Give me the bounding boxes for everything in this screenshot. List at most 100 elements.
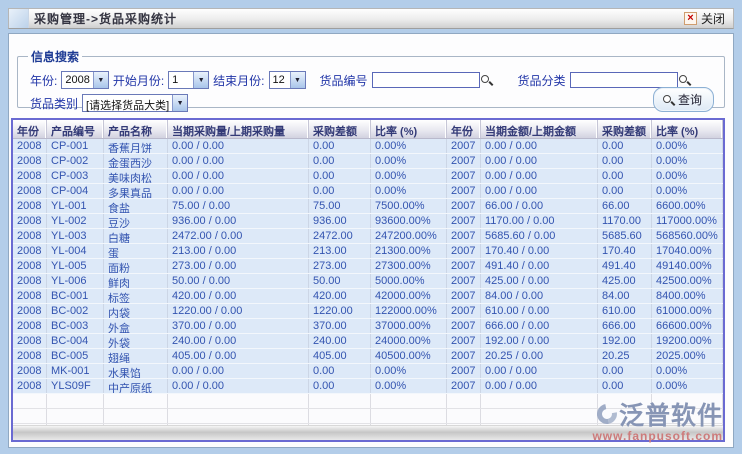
table-cell: 93600.00%: [371, 214, 447, 228]
table-row[interactable]: 2008CP-004多果真品0.00 / 0.000.000.00%20070.…: [13, 184, 723, 199]
goods-type-select[interactable]: [请选择货品大类] ▼: [82, 94, 188, 112]
table-cell: 0.00: [598, 379, 652, 393]
table-row[interactable]: 2008YL-005面粉273.00 / 0.00273.0027300.00%…: [13, 259, 723, 274]
table-cell: 0.00%: [652, 139, 723, 153]
table-cell: 0.00 / 0.00: [168, 154, 309, 168]
table-cell: 中产原纸: [104, 379, 168, 393]
table-cell: 27300.00%: [371, 259, 447, 273]
table-cell: 0.00: [309, 169, 371, 183]
table-cell: 42000.00%: [371, 289, 447, 303]
goods-no-label: 货品编号: [320, 72, 368, 89]
table-cell: 8400.00%: [652, 289, 723, 303]
table-cell: 0.00 / 0.00: [481, 379, 598, 393]
end-month-select[interactable]: 12 ▼: [269, 71, 306, 89]
empty-cell: [104, 394, 168, 408]
goods-class-input[interactable]: [570, 72, 678, 88]
table-cell: 247200.00%: [371, 229, 447, 243]
column-header: 产品编号: [47, 120, 104, 138]
table-cell: 37000.00%: [371, 319, 447, 333]
table-cell: 0.00 / 0.00: [168, 379, 309, 393]
table-cell: 170.40 / 0.00: [481, 244, 598, 258]
search-icon[interactable]: [480, 74, 492, 86]
column-header: 采购差额: [598, 120, 652, 138]
table-cell: YL-003: [47, 229, 104, 243]
close-label[interactable]: 关闭: [701, 10, 725, 27]
table-cell: 面粉: [104, 259, 168, 273]
empty-cell: [13, 394, 47, 408]
table-cell: 2007: [447, 184, 481, 198]
table-cell: 2007: [447, 229, 481, 243]
table-row[interactable]: 2008CP-002金蛋西沙0.00 / 0.000.000.00%20070.…: [13, 154, 723, 169]
table-cell: YLS09F: [47, 379, 104, 393]
table-row[interactable]: 2008YL-004蛋213.00 / 0.00213.0021300.00%2…: [13, 244, 723, 259]
table-row[interactable]: 2008BC-001标签420.00 / 0.00420.0042000.00%…: [13, 289, 723, 304]
table-cell: 5685.60: [598, 229, 652, 243]
table-cell: 666.00 / 0.00: [481, 319, 598, 333]
grid-header-row: 年份产品编号产品名称当期采购量/上期采购量采购差额比率 (%)年份当期金额/上期…: [13, 120, 723, 139]
chevron-down-icon[interactable]: ▼: [193, 72, 208, 88]
table-cell: 0.00: [309, 154, 371, 168]
search-icon[interactable]: [678, 74, 690, 86]
chevron-down-icon[interactable]: ▼: [172, 95, 187, 111]
empty-cell: [168, 394, 309, 408]
table-cell: 2025.00%: [652, 349, 723, 363]
search-legend: 信息搜索: [28, 48, 82, 65]
column-header: 比率 (%): [652, 120, 723, 138]
table-cell: 豆沙: [104, 214, 168, 228]
table-row[interactable]: 2008BC-005翅绳405.00 / 0.00405.0040500.00%…: [13, 349, 723, 364]
table-cell: 610.00: [598, 304, 652, 318]
table-cell: 2007: [447, 259, 481, 273]
table-cell: 0.00 / 0.00: [481, 139, 598, 153]
table-cell: 2008: [13, 214, 47, 228]
table-cell: YL-005: [47, 259, 104, 273]
table-cell: 1170.00 / 0.00: [481, 214, 598, 228]
table-cell: 192.00 / 0.00: [481, 334, 598, 348]
table-row[interactable]: 2008YL-003白糖2472.00 / 0.002472.00247200.…: [13, 229, 723, 244]
statistics-grid: 年份产品编号产品名称当期采购量/上期采购量采购差额比率 (%)年份当期金额/上期…: [11, 118, 725, 442]
table-cell: 2472.00: [309, 229, 371, 243]
end-month-value: 12: [270, 72, 290, 88]
table-row[interactable]: 2008YL-006鲜肉50.00 / 0.0050.005000.00%200…: [13, 274, 723, 289]
table-cell: 2007: [447, 289, 481, 303]
table-row[interactable]: 2008CP-003美味肉松0.00 / 0.000.000.00%20070.…: [13, 169, 723, 184]
goods-no-input[interactable]: [372, 72, 480, 88]
table-cell: 936.00 / 0.00: [168, 214, 309, 228]
table-row[interactable]: 2008BC-003外盒370.00 / 0.00370.0037000.00%…: [13, 319, 723, 334]
close-button[interactable]: × 关闭: [684, 10, 733, 27]
table-row[interactable]: 2008BC-004外袋240.00 / 0.00240.0024000.00%…: [13, 334, 723, 349]
table-row[interactable]: 2008YL-001食盐75.00 / 0.0075.007500.00%200…: [13, 199, 723, 214]
table-cell: 外袋: [104, 334, 168, 348]
table-cell: 61000.00%: [652, 304, 723, 318]
table-cell: 192.00: [598, 334, 652, 348]
column-header: 产品名称: [104, 120, 168, 138]
table-row[interactable]: 2008CP-001香蕉月饼0.00 / 0.000.000.00%20070.…: [13, 139, 723, 154]
query-button[interactable]: 查询: [653, 87, 714, 112]
table-row[interactable]: 2008MK-001水果馅0.00 / 0.000.000.00%20070.0…: [13, 364, 723, 379]
close-icon[interactable]: ×: [684, 12, 697, 25]
table-cell: 2008: [13, 304, 47, 318]
search-fieldset: 信息搜索 年份: 2008 ▼ 开始月份: 1 ▼ 结束月份:: [17, 48, 725, 108]
table-cell: 370.00 / 0.00: [168, 319, 309, 333]
table-cell: 蛋: [104, 244, 168, 258]
table-cell: 0.00%: [371, 379, 447, 393]
table-cell: 2472.00 / 0.00: [168, 229, 309, 243]
year-value: 2008: [62, 72, 92, 88]
table-cell: 213.00 / 0.00: [168, 244, 309, 258]
table-cell: 2008: [13, 229, 47, 243]
table-cell: 425.00: [598, 274, 652, 288]
chevron-down-icon[interactable]: ▼: [93, 72, 108, 88]
table-cell: 2008: [13, 289, 47, 303]
page-title: 采购管理->货品采购统计: [29, 10, 684, 27]
year-select[interactable]: 2008 ▼: [61, 71, 108, 89]
empty-cell: [168, 409, 309, 423]
table-cell: 2008: [13, 154, 47, 168]
table-cell: 1220.00: [309, 304, 371, 318]
table-cell: 21300.00%: [371, 244, 447, 258]
table-row[interactable]: 2008YL-002豆沙936.00 / 0.00936.0093600.00%…: [13, 214, 723, 229]
table-row[interactable]: 2008YLS09F中产原纸0.00 / 0.000.000.00%20070.…: [13, 379, 723, 394]
table-row[interactable]: 2008BC-002内袋1220.00 / 0.001220.00122000.…: [13, 304, 723, 319]
start-month-select[interactable]: 1 ▼: [168, 71, 209, 89]
column-header: 采购差额: [309, 120, 371, 138]
chevron-down-icon[interactable]: ▼: [290, 72, 305, 88]
table-cell: CP-004: [47, 184, 104, 198]
